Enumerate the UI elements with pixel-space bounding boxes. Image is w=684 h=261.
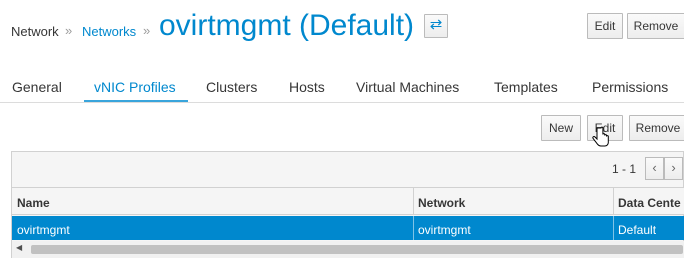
tab-clusters[interactable]: Clusters: [206, 79, 257, 96]
grid-header-row: [12, 187, 684, 215]
pager-next-button[interactable]: ›: [664, 157, 683, 180]
new-button[interactable]: New: [541, 115, 581, 141]
remove-button[interactable]: Remove: [629, 115, 684, 141]
breadcrumb-separator: »: [143, 23, 151, 38]
column-header-network[interactable]: Network: [418, 196, 465, 210]
tab-virtual-machines[interactable]: Virtual Machines: [356, 79, 459, 96]
active-tab-indicator: [84, 100, 188, 102]
cell-divider: [613, 216, 614, 240]
column-divider[interactable]: [613, 188, 614, 215]
table-row[interactable]: [12, 216, 684, 240]
cell-network: ovirtmgmt: [418, 223, 471, 237]
swap-icon: ⇄: [429, 16, 443, 33]
pager-range: 1 - 1: [612, 162, 637, 176]
tabs-divider: [0, 102, 684, 103]
swap-network-button[interactable]: ⇄: [424, 14, 448, 38]
tab-hosts[interactable]: Hosts: [289, 79, 325, 96]
breadcrumb-separator: »: [65, 23, 73, 38]
column-header-data-center[interactable]: Data Cente: [618, 196, 681, 210]
scroll-left-arrow-icon[interactable]: ◀: [16, 243, 22, 252]
cell-name: ovirtmgmt: [17, 223, 70, 237]
cell-divider: [413, 216, 414, 240]
column-header-name[interactable]: Name: [17, 196, 50, 210]
scrollbar-thumb[interactable]: [31, 245, 683, 254]
tab-templates[interactable]: Templates: [494, 79, 558, 96]
tab-vnic-profiles[interactable]: vNIC Profiles: [94, 79, 176, 96]
page-title: ovirtmgmt (Default): [159, 9, 415, 42]
chevron-right-icon: ›: [671, 160, 676, 175]
column-divider[interactable]: [413, 188, 414, 215]
pager-prev-button[interactable]: ‹: [645, 157, 664, 180]
tab-general[interactable]: General: [12, 79, 62, 96]
hand-cursor-icon: [592, 126, 609, 147]
breadcrumb-network: Network: [11, 24, 59, 39]
chevron-left-icon: ‹: [652, 160, 657, 175]
breadcrumb-networks-link[interactable]: Networks: [82, 24, 136, 40]
tab-permissions[interactable]: Permissions: [592, 79, 668, 96]
header-remove-button[interactable]: Remove: [627, 13, 684, 39]
cell-data-center: Default: [618, 223, 657, 237]
header-edit-button[interactable]: Edit: [587, 13, 623, 39]
